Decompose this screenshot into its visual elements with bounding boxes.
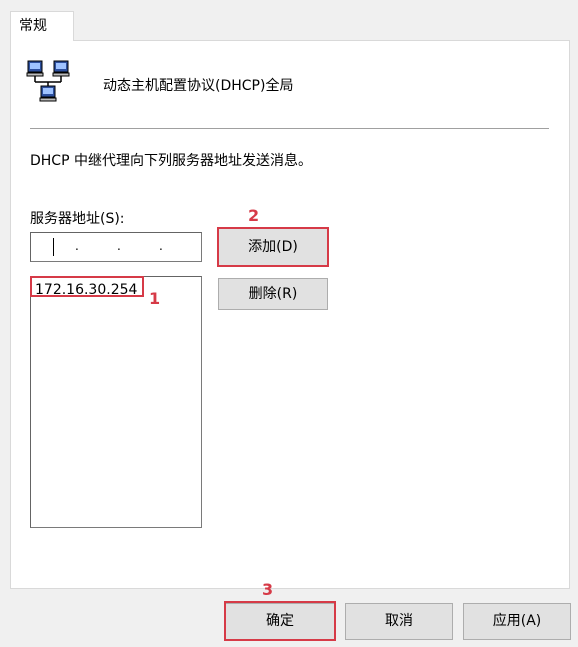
step-marker-3: 3 (262, 580, 274, 599)
apply-button[interactable]: 应用(A) (463, 603, 571, 640)
ok-button[interactable]: 确定 (225, 603, 335, 640)
remove-button[interactable]: 删除(R) (218, 278, 328, 310)
ip-dot-2: . (117, 239, 121, 253)
page-title: 动态主机配置协议(DHCP)全局 (103, 78, 294, 94)
tab-general[interactable]: 常规 (10, 11, 74, 41)
network-computers-icon (26, 60, 70, 102)
list-item[interactable]: 172.16.30.254 (35, 281, 137, 299)
step-marker-2: 2 (248, 206, 260, 225)
server-ip-input[interactable]: . . . (30, 232, 202, 262)
tab-general-label: 常规 (19, 18, 47, 34)
server-list[interactable]: 172.16.30.254 (30, 276, 202, 528)
description-text: DHCP 中继代理向下列服务器地址发送消息。 (30, 153, 312, 169)
cancel-button[interactable]: 取消 (345, 603, 453, 640)
ip-dot-3: . (159, 239, 163, 253)
add-button[interactable]: 添加(D) (218, 228, 328, 266)
text-caret (53, 238, 54, 256)
ip-dot-1: . (75, 239, 79, 253)
server-address-label: 服务器地址(S): (30, 211, 125, 227)
divider (30, 128, 549, 129)
step-marker-1: 1 (149, 289, 161, 308)
